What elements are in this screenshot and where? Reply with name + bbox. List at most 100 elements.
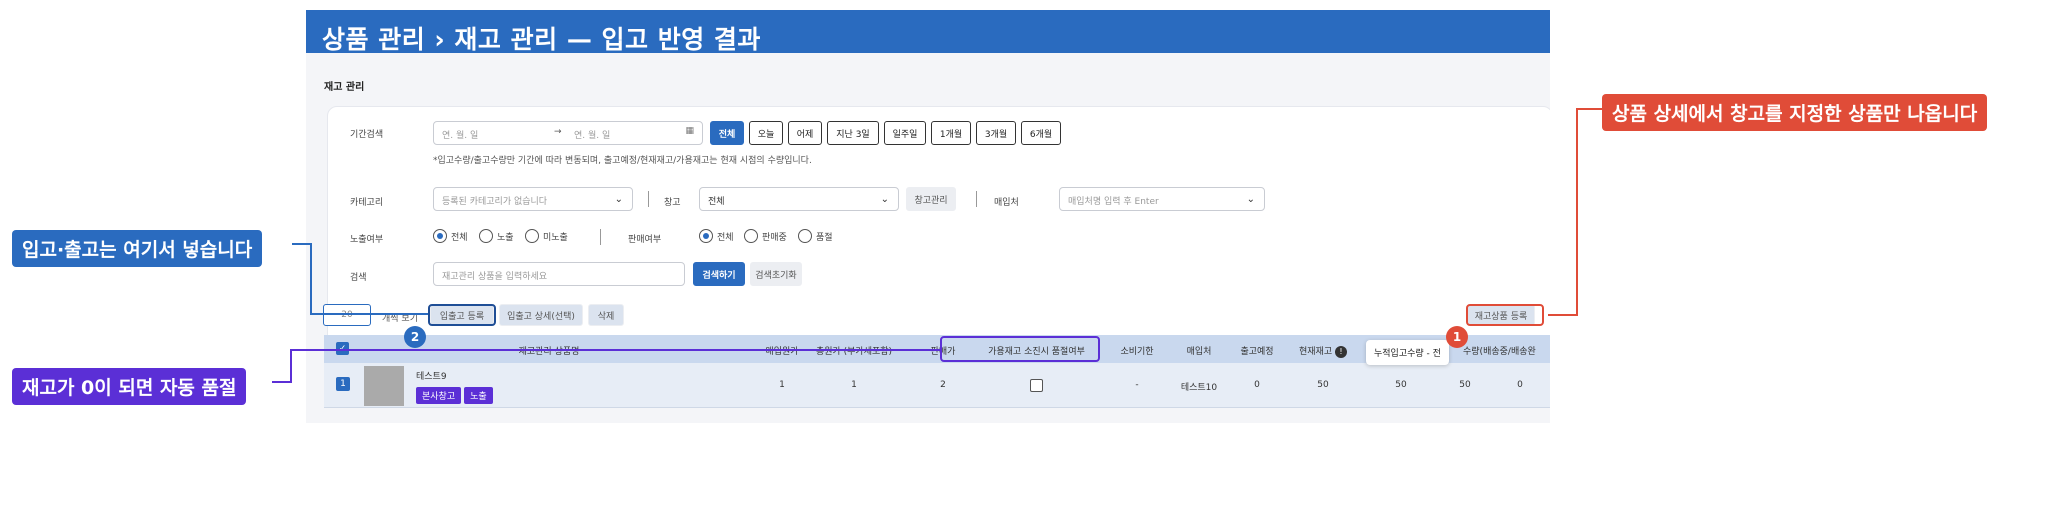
chevron-down-icon: ⌄ [880,194,889,205]
search-input[interactable]: 재고관리 상품을 입력하세요 [433,262,685,286]
chevron-down-icon: ⌄ [614,194,623,205]
radio-label: 전체 [451,232,468,243]
table-row[interactable]: 1 테스트9 본사창고 노출 1 1 2 - 테스트10 0 50 50 50 0 [324,363,1550,408]
connector-line [292,243,312,245]
col-stock-label: 현재재고 [1299,347,1333,357]
category-label: 카테고리 [350,198,384,208]
highlight-stock-register [1466,304,1544,326]
period-1month-button[interactable]: 1개월 [931,121,971,145]
tag-exposure: 노출 [464,387,493,404]
cell-supplier: 테스트10 [1180,383,1218,393]
connector-line [1576,108,1602,110]
cell-cumulative-in: 50 [1395,380,1407,390]
callout-warehouse-note: 상품 상세에서 창고를 지정한 상품만 나옵니다 [1602,94,1988,131]
period-note: *입고수량/출고수량만 기간에 따라 변동되며, 출고예정/현재재고/가용재고는… [433,156,812,166]
col-expiry: 소비기한 [1120,347,1154,357]
connector-line [310,313,428,315]
cell-last: 0 [1517,380,1523,390]
col-qty: 수량(배송중/배송완 [1463,347,1536,357]
divider [648,191,649,207]
chevron-down-icon: ⌄ [1246,194,1255,205]
page-size-select[interactable]: 20 [323,304,371,326]
delete-button[interactable]: 삭제 [588,304,624,326]
step-badge-2: 2 [404,326,426,348]
radio-label: 노출 [497,232,514,243]
radio-off-icon [525,229,539,243]
inout-detail-button[interactable]: 입출고 상세(선택) [499,304,583,326]
step-badge-1: 1 [1446,326,1468,348]
cell-stock: 50 [1317,380,1329,390]
connector-line [290,349,292,383]
section-title: 재고 관리 [324,82,365,93]
reset-button[interactable]: 검색초기화 [750,262,802,286]
warehouse-manage-button[interactable]: 창고관리 [906,187,956,211]
callout-inout-note: 입고·출고는 여기서 넣습니다 [12,230,263,267]
divider [600,229,601,245]
radio-off-icon [479,229,493,243]
exposure-all-radio[interactable]: 전체 [433,229,468,243]
supplier-select[interactable]: 매입처명 입력 후 Enter ⌄ [1059,187,1265,211]
cell-scheduled: 0 [1254,380,1260,390]
warehouse-value: 전체 [708,197,725,207]
col-supplier: 매입처 [1186,347,1212,357]
exposure-hidden-radio[interactable]: 미노출 [525,229,568,243]
date-start: 연. 월. 일 [442,131,479,141]
exposure-visible-radio[interactable]: 노출 [479,229,514,243]
radio-label: 판매중 [762,232,787,243]
date-end: 연. 월. 일 [574,131,611,141]
sale-label: 판매여부 [628,235,662,245]
radio-off-icon [744,229,758,243]
period-all-button[interactable]: 전체 [710,121,744,145]
sale-all-radio[interactable]: 전체 [699,229,734,243]
connector-line [310,243,312,315]
sale-onsale-radio[interactable]: 판매중 [744,229,787,243]
info-icon[interactable]: ! [1335,346,1347,358]
col-scheduled: 출고예정 [1240,347,1274,357]
category-placeholder: 등록된 카테고리가 없습니다 [442,197,548,207]
radio-on-icon [699,229,713,243]
page-banner: 상품 관리 › 재고 관리 — 입고 반영 결과 [306,10,1550,54]
col-stock: 현재재고 ! [1286,344,1360,358]
cell-total-cost: 1 [851,380,857,390]
callout-soldout-note: 재고가 0이 되면 자동 품절 [12,368,247,405]
search-placeholder: 재고관리 상품을 입력하세요 [442,272,548,282]
connector-line [272,381,292,383]
warehouse-select[interactable]: 전체 ⌄ [699,187,899,211]
cell-qty: 50 [1459,380,1471,390]
product-name: 테스트9 [416,372,447,382]
period-3days-button[interactable]: 지난 3일 [827,121,879,145]
period-week-button[interactable]: 일주일 [884,121,926,145]
supplier-placeholder: 매입처명 입력 후 Enter [1068,197,1159,207]
period-6month-button[interactable]: 6개월 [1021,121,1061,145]
search-label: 검색 [350,273,367,283]
highlight-inout-register [428,304,496,326]
supplier-label: 매입처 [994,198,1019,208]
exposure-label: 노출여부 [350,235,384,245]
search-button[interactable]: 검색하기 [693,262,745,286]
divider [976,191,977,207]
calendar-icon: ▦ [685,126,694,136]
warehouse-label: 창고 [664,198,681,208]
radio-off-icon [798,229,812,243]
row-number: 1 [336,377,350,391]
period-label: 기간검색 [350,130,384,140]
tag-warehouse: 본사창고 [416,387,462,404]
highlight-soldout-flag [940,336,1100,362]
connector-line [290,349,940,351]
period-yesterday-button[interactable]: 어제 [788,121,822,145]
date-range-input[interactable]: 연. 월. 일 → 연. 월. 일 ▦ [433,121,703,145]
cell-price: 2 [940,380,946,390]
tooltip-cumulative-in: 누적입고수량 - 전 [1366,340,1449,365]
soldout-flag-checkbox[interactable] [1030,379,1043,392]
product-thumbnail [364,366,404,406]
date-arrow-icon: → [554,127,562,137]
category-select[interactable]: 등록된 카테고리가 없습니다 ⌄ [433,187,633,211]
sale-soldout-radio[interactable]: 품절 [798,229,833,243]
radio-label: 전체 [717,232,734,243]
period-3month-button[interactable]: 3개월 [976,121,1016,145]
radio-label: 미노출 [543,232,568,243]
period-today-button[interactable]: 오늘 [749,121,783,145]
radio-on-icon [433,229,447,243]
product-tags: 본사창고 노출 [416,384,496,404]
connector-line [1576,108,1578,316]
